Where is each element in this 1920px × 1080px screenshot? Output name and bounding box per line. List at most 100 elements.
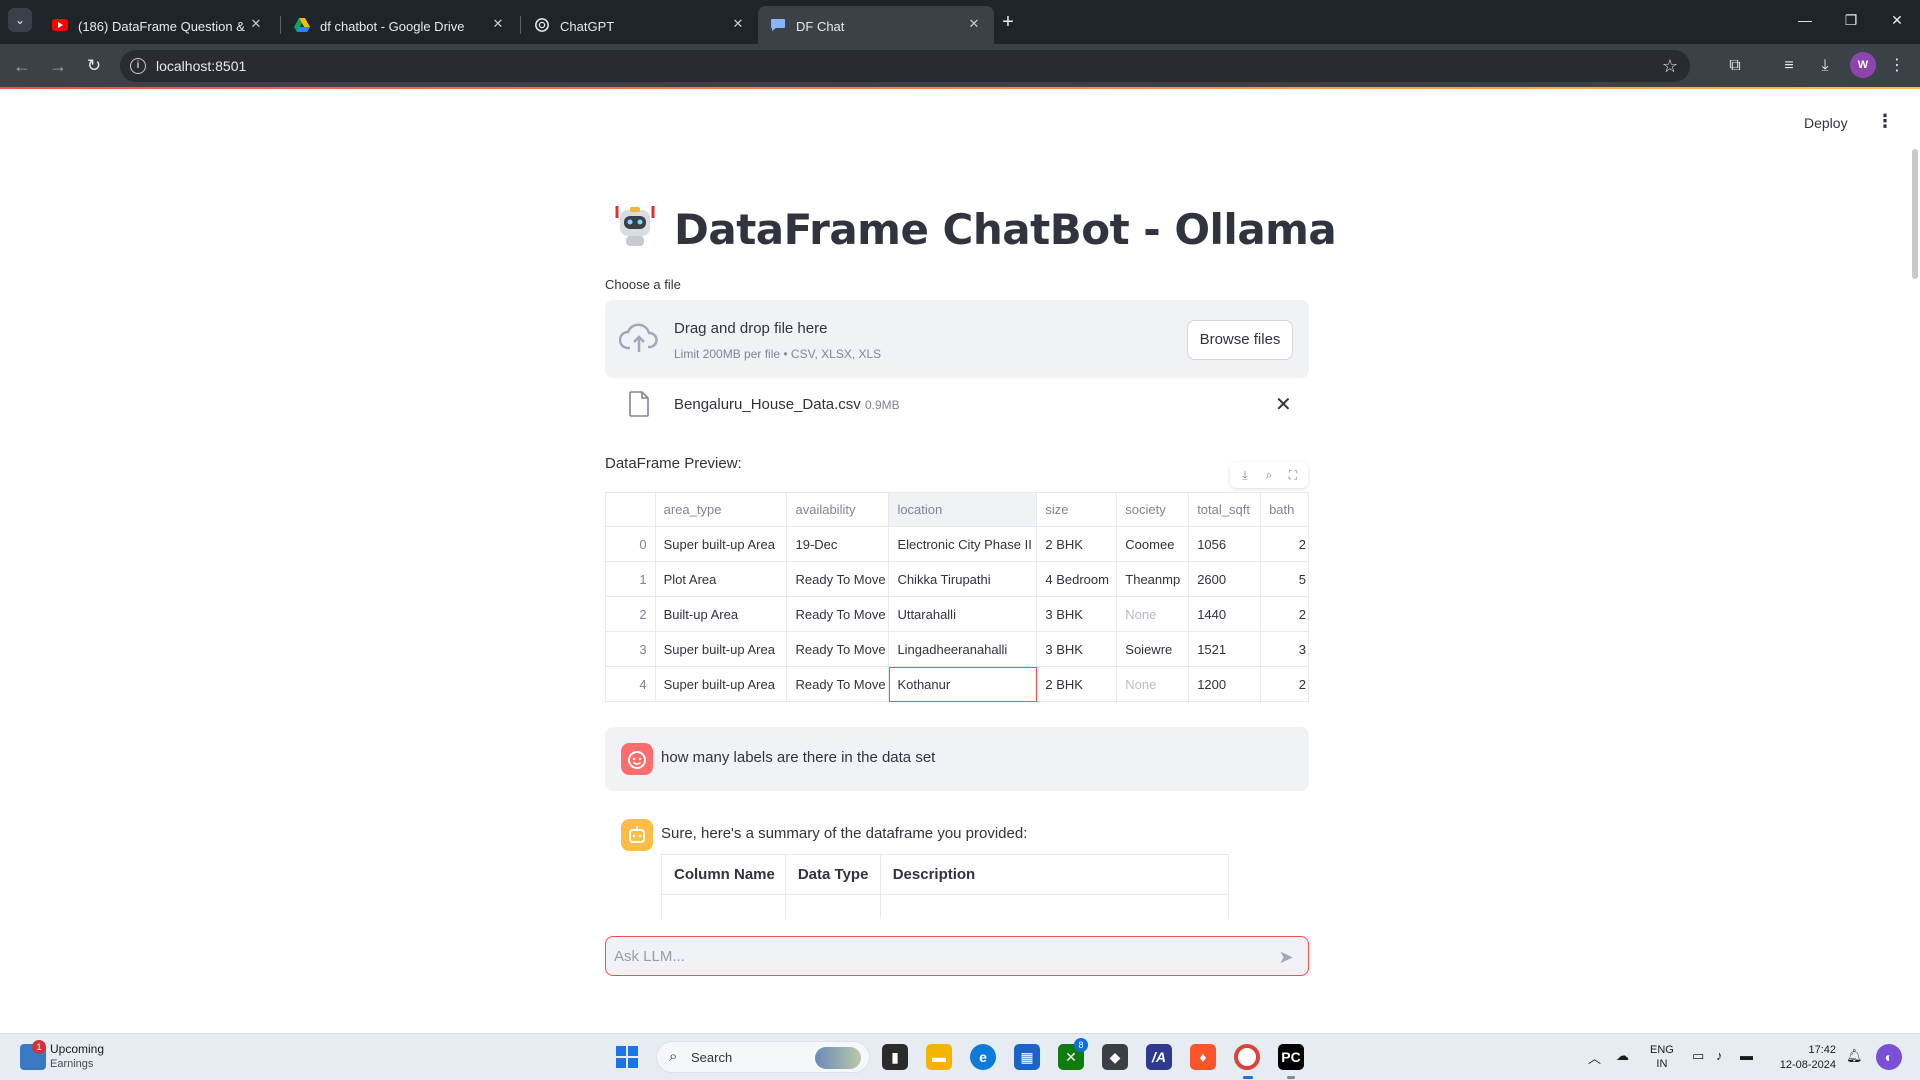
close-icon[interactable]: ✕ [730,16,746,32]
editor-app-icon[interactable]: /A [1146,1044,1172,1070]
search-icon[interactable]: ⌕ [1260,466,1278,484]
download-icon[interactable]: ⤓ [1236,466,1254,484]
bookmark-star-icon[interactable]: ☆ [1662,56,1678,77]
remove-file-icon[interactable]: ✕ [1275,392,1292,417]
table-cell[interactable]: Ready To Move [786,666,890,702]
table-cell[interactable]: 19-Dec [786,526,890,562]
table-cell[interactable]: Ready To Move [786,596,890,632]
minimize-button[interactable]: — [1790,10,1820,30]
notifications-bell-icon[interactable]: 🔔︎ [1846,1048,1863,1064]
table-cell[interactable]: Ready To Move [786,561,890,597]
copilot-icon[interactable]: ◐ [1876,1044,1902,1070]
chrome-menu-icon[interactable]: ⋮ [1886,56,1908,76]
scrollbar[interactable] [1912,149,1918,279]
microsoft-store-icon[interactable]: ▦ [1014,1044,1040,1070]
table-cell[interactable]: Super built-up Area [654,526,788,562]
tab-google-drive[interactable]: df chatbot - Google Drive ✕ [282,6,518,44]
column-header[interactable]: society [1116,492,1190,527]
table-cell[interactable]: Theanmp [1116,561,1190,597]
chat-input-box[interactable]: ➤ [605,936,1309,976]
table-cell[interactable]: Uttarahalli [888,596,1038,632]
unity-icon[interactable]: ◆ [1102,1044,1128,1070]
new-tab-button[interactable]: + [996,10,1020,34]
column-header[interactable]: size [1036,492,1118,527]
table-cell[interactable]: 1521 [1188,631,1262,667]
table-cell[interactable]: 3 BHK [1036,596,1118,632]
network-icon[interactable]: ▭ [1692,1048,1704,1064]
send-icon[interactable]: ➤ [1276,947,1296,967]
table-cell[interactable]: 2 BHK [1036,526,1118,562]
close-icon[interactable]: ✕ [490,16,506,32]
url-text[interactable]: localhost:8501 [156,58,246,74]
tab-search-button[interactable]: ⌄ [8,8,32,32]
pycharm-icon[interactable]: PC [1278,1044,1304,1070]
table-cell[interactable]: Super built-up Area [654,631,788,667]
media-controls-icon[interactable]: ≡ [1778,56,1800,76]
extensions-icon[interactable]: ⧉ [1724,56,1746,76]
table-cell[interactable]: 5 [1260,561,1309,597]
windows-start-icon[interactable] [616,1046,638,1068]
chrome-icon[interactable] [1234,1044,1260,1070]
selected-table-cell[interactable]: Kothanur [888,666,1038,702]
widget-title[interactable]: Upcoming [50,1042,104,1056]
tab-chatgpt[interactable]: ChatGPT ✕ [522,6,758,44]
brave-icon[interactable]: ♦ [1190,1044,1216,1070]
tab-df-chat[interactable]: DF Chat ✕ [758,6,994,44]
file-explorer-icon[interactable]: ▬ [926,1044,952,1070]
volume-icon[interactable]: ♪ [1716,1048,1723,1063]
table-cell[interactable]: 1440 [1188,596,1262,632]
table-cell[interactable]: None [1116,666,1190,702]
system-clock[interactable]: 17:42 12-08-2024 [1772,1043,1836,1073]
table-cell[interactable]: Soiewre [1116,631,1190,667]
deploy-button[interactable]: Deploy [1804,115,1848,131]
table-cell[interactable]: 3 BHK [1036,631,1118,667]
fullscreen-icon[interactable]: ⛶ [1284,466,1302,484]
tab-youtube[interactable]: (186) DataFrame Question & Ar ✕ [40,6,276,44]
edge-icon[interactable]: e [970,1044,996,1070]
table-cell[interactable]: Coomee [1116,526,1190,562]
show-hidden-icons[interactable]: ︿ [1588,1048,1601,1067]
table-cell[interactable]: 2600 [1188,561,1262,597]
onedrive-icon[interactable]: ☁ [1616,1048,1629,1064]
column-header[interactable]: bath [1260,492,1309,527]
back-icon[interactable]: ← [10,54,34,78]
ask-llm-input[interactable] [614,943,1254,969]
table-cell[interactable]: Super built-up Area [654,666,788,702]
battery-icon[interactable]: ▬ [1740,1048,1753,1063]
main-menu-icon[interactable]: ⋮ [1876,111,1894,132]
widget-subtitle[interactable]: Earnings [50,1058,93,1070]
dataframe-table[interactable]: area_type availability location size soc… [605,492,1309,702]
close-icon[interactable]: ✕ [248,16,264,32]
table-cell[interactable]: Lingadheeranahalli [888,631,1038,667]
table-cell[interactable]: Electronic City Phase II [888,526,1038,562]
table-cell[interactable]: Chikka Tirupathi [888,561,1038,597]
forward-icon[interactable]: → [46,54,70,78]
column-header[interactable]: location [888,492,1038,527]
table-cell[interactable]: 2 BHK [1036,666,1118,702]
reload-icon[interactable]: ↻ [82,54,106,78]
table-cell[interactable]: 2 [1260,526,1309,562]
taskbar-search[interactable]: ⌕ Search [656,1041,870,1073]
language-indicator[interactable]: ENG IN [1650,1043,1674,1071]
table-cell[interactable]: 1200 [1188,666,1262,702]
column-header[interactable] [605,492,656,527]
file-dropzone[interactable]: Drag and drop file here Limit 200MB per … [605,300,1309,378]
table-cell[interactable]: 1056 [1188,526,1262,562]
column-header[interactable]: total_sqft [1188,492,1262,527]
table-cell[interactable]: None [1116,596,1190,632]
profile-avatar[interactable]: W [1850,52,1876,78]
column-header[interactable]: area_type [654,492,788,527]
table-cell[interactable]: 2 [1260,596,1309,632]
table-cell[interactable]: Built-up Area [654,596,788,632]
browse-files-button[interactable]: Browse files [1187,320,1293,360]
close-icon[interactable]: ✕ [966,16,982,32]
restore-button[interactable]: ❐ [1836,10,1866,30]
table-cell[interactable]: 3 [1260,631,1309,667]
table-cell[interactable]: 2 [1260,666,1309,702]
table-cell[interactable]: 4 Bedroom [1036,561,1118,597]
address-bar[interactable]: i localhost:8501 ☆ [120,50,1690,82]
close-window-button[interactable]: ✕ [1882,10,1912,30]
task-view-icon[interactable]: ▮ [882,1044,908,1070]
downloads-icon[interactable]: ⤓ [1814,56,1836,76]
site-info-icon[interactable]: i [130,58,146,74]
